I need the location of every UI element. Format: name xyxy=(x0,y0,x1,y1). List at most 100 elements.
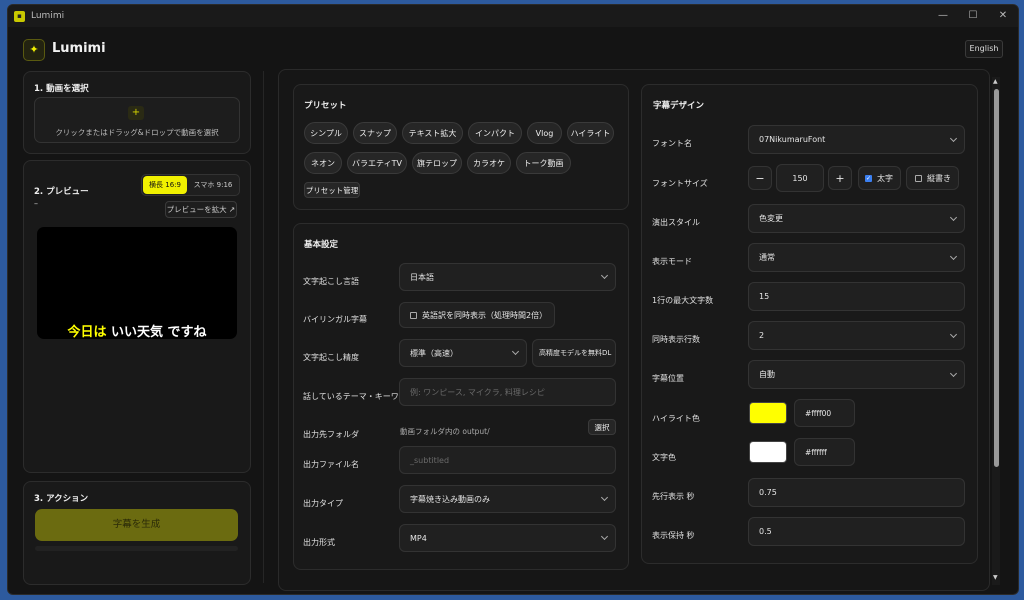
font-name-label: フォント名 xyxy=(652,139,692,148)
app-logo-icon: ▪ xyxy=(14,10,25,22)
language-value: 日本語 xyxy=(410,272,434,282)
effect-style-value: 色変更 xyxy=(759,214,783,223)
bold-label: 太字 xyxy=(877,173,893,183)
display-mode-label: 表示モード xyxy=(652,257,692,266)
chevron-down-icon xyxy=(949,134,958,142)
preset-button[interactable]: スナップ xyxy=(353,122,397,144)
preset-button[interactable]: 旗テロップ xyxy=(412,152,462,174)
preview-title: 2. プレビュー xyxy=(34,187,89,197)
preset-button[interactable]: トーク動画 xyxy=(516,152,571,174)
accuracy-value: 標準（高速） xyxy=(410,348,458,358)
preset-button[interactable]: カラオケ xyxy=(467,152,511,174)
accuracy-select[interactable]: 標準（高速） xyxy=(399,339,527,367)
video-drop-zone[interactable]: + クリックまたはドラッグ&ドロップで動画を選択 xyxy=(34,97,240,143)
subtitle-position-select[interactable]: 自動 xyxy=(748,360,965,389)
preset-button[interactable]: バラエティTV xyxy=(347,152,407,174)
text-color-input[interactable]: #ffffff xyxy=(794,438,855,466)
effect-style-label: 演出スタイル xyxy=(652,218,700,227)
display-mode-select[interactable]: 通常 xyxy=(748,243,965,272)
close-icon[interactable]: ✕ xyxy=(988,5,1018,27)
font-name-select[interactable]: 07NikumaruFont xyxy=(748,125,965,154)
progress-bar xyxy=(35,546,238,551)
lead-time-input[interactable]: 0.75 xyxy=(748,478,965,507)
highlight-color-input[interactable]: #ffff00 xyxy=(794,399,855,427)
checkmark-icon: ✓ xyxy=(865,174,872,182)
text-color-swatch[interactable] xyxy=(749,441,787,463)
action-card: 3. アクション 字幕を生成 xyxy=(23,481,251,585)
output-folder-label: 出力先フォルダ xyxy=(303,430,359,439)
language-button[interactable]: English xyxy=(965,40,1003,58)
bilingual-checkbox[interactable]: 英語訳を同時表示（処理時間2倍） xyxy=(399,302,555,328)
output-format-label: 出力形式 xyxy=(303,538,335,547)
aspect-portrait-button[interactable]: スマホ 9:16 xyxy=(189,176,237,194)
scrollbar-thumb[interactable] xyxy=(994,89,999,467)
increase-size-button[interactable]: + xyxy=(828,166,852,190)
aspect-landscape-button[interactable]: 横長 16:9 xyxy=(143,176,187,194)
select-video-card: 1. 動画を選択 + クリックまたはドラッグ&ドロップで動画を選択 xyxy=(23,71,251,154)
max-chars-input[interactable]: 15 xyxy=(748,282,965,311)
filename-input[interactable]: _subtitled xyxy=(399,446,616,474)
app-window: ▪ Lumimi — ☐ ✕ ✦ Lumimi English 1. 動画を選択… xyxy=(7,4,1019,595)
lines-label: 同時表示行数 xyxy=(652,335,700,344)
preset-button[interactable]: シンプル xyxy=(304,122,348,144)
language-select[interactable]: 日本語 xyxy=(399,263,616,291)
preset-button[interactable]: テキスト拡大 xyxy=(402,122,463,144)
scroll-down-icon[interactable]: ▼ xyxy=(993,574,998,581)
bilingual-label: バイリンガル字幕 xyxy=(303,315,367,324)
output-type-value: 字幕焼き込み動画のみ xyxy=(410,494,490,504)
maximize-icon[interactable]: ☐ xyxy=(958,5,988,27)
output-folder-value: 動画フォルダ内の output/ xyxy=(400,427,490,436)
bilingual-option: 英語訳を同時表示（処理時間2倍） xyxy=(422,310,548,320)
manage-presets-button[interactable]: プリセット管理 xyxy=(304,182,360,198)
aspect-toggle: 横長 16:9 スマホ 9:16 xyxy=(141,174,240,196)
chevron-down-icon xyxy=(949,213,958,221)
output-format-value: MP4 xyxy=(410,533,427,543)
preview-dash: – xyxy=(34,199,38,208)
preset-button[interactable]: ハイライト xyxy=(567,122,614,144)
highlight-color-swatch[interactable] xyxy=(749,402,787,424)
preset-button[interactable]: インパクト xyxy=(468,122,522,144)
window-title: Lumimi xyxy=(31,11,65,21)
subtitle-position-value: 自動 xyxy=(759,370,775,379)
select-video-title: 1. 動画を選択 xyxy=(34,84,89,94)
hold-time-input[interactable]: 0.5 xyxy=(748,517,965,546)
add-video-icon: + xyxy=(128,106,144,120)
chevron-down-icon xyxy=(949,252,958,260)
chevron-down-icon xyxy=(600,271,609,280)
output-type-select[interactable]: 字幕焼き込み動画のみ xyxy=(399,485,616,513)
chevron-down-icon xyxy=(949,369,958,377)
lines-select[interactable]: 2 xyxy=(748,321,965,350)
accuracy-label: 文字起こし精度 xyxy=(303,353,359,362)
basic-settings-title: 基本設定 xyxy=(304,240,339,250)
presets-title: プリセット xyxy=(304,101,347,111)
keywords-input[interactable]: 例: ワンピース, マイクラ, 料理レシピ xyxy=(399,378,616,406)
drop-zone-hint: クリックまたはドラッグ&ドロップで動画を選択 xyxy=(55,128,219,137)
lead-time-label: 先行表示 秒 xyxy=(652,492,695,501)
effect-style-select[interactable]: 色変更 xyxy=(748,204,965,233)
decrease-size-button[interactable]: − xyxy=(748,166,772,190)
vertical-label: 縦書き xyxy=(927,173,951,183)
output-format-select[interactable]: MP4 xyxy=(399,524,616,552)
bold-checkbox[interactable]: ✓ 太字 xyxy=(858,166,901,190)
expand-preview-button[interactable]: プレビューを拡大 ↗ xyxy=(165,201,237,218)
sparkle-icon: ✦ xyxy=(23,39,45,61)
download-model-button[interactable]: 高精度モデルを無料DL xyxy=(532,339,616,367)
generate-subtitles-button[interactable]: 字幕を生成 xyxy=(35,509,238,541)
preset-button[interactable]: Vlog xyxy=(527,122,562,144)
checkbox-icon xyxy=(915,174,922,182)
chevron-down-icon xyxy=(600,532,609,541)
font-name-value: 07NikumaruFont xyxy=(759,135,826,144)
action-title: 3. アクション xyxy=(34,494,89,504)
preset-button[interactable]: ネオン xyxy=(304,152,342,174)
minimize-icon[interactable]: — xyxy=(928,5,958,27)
chevron-down-icon xyxy=(949,330,958,338)
font-size-input[interactable]: 150 xyxy=(776,164,824,192)
vertical-writing-checkbox[interactable]: 縦書き xyxy=(906,166,959,190)
preview-card: 2. プレビュー – 横長 16:9 スマホ 9:16 プレビューを拡大 ↗ 今… xyxy=(23,160,251,473)
text-color-label: 文字色 xyxy=(652,453,676,462)
keywords-label: 話しているテーマ・キーワード xyxy=(303,392,415,401)
font-size-label: フォントサイズ xyxy=(652,179,708,188)
preview-caption: 今日は いい天気 ですね xyxy=(37,321,237,340)
scroll-up-icon[interactable]: ▲ xyxy=(993,78,998,85)
choose-folder-button[interactable]: 選択 xyxy=(588,419,616,435)
